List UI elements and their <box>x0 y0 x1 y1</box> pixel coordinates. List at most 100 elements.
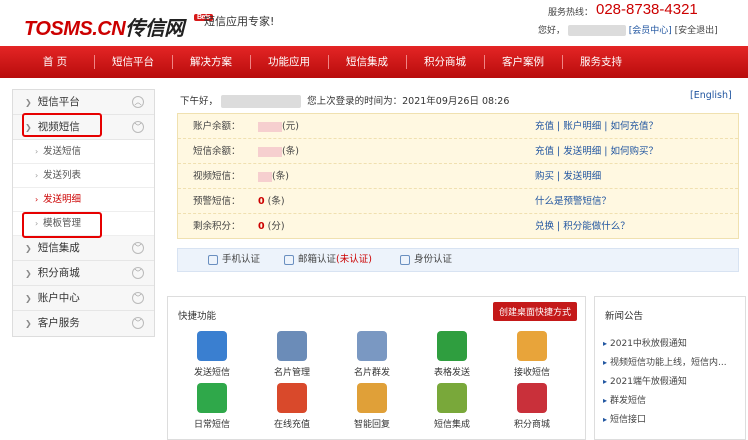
nav-sms-integration[interactable]: 短信集成 <box>328 46 406 78</box>
chevron-right-icon: ❯ <box>25 98 32 107</box>
highlight-box-video-sms <box>22 113 102 137</box>
value-redacted <box>258 121 282 132</box>
row-label: 短信余额： <box>193 146 241 157</box>
id-verify-label: 身份认证 <box>414 254 453 265</box>
quick-item[interactable]: 智能回复 <box>342 383 402 430</box>
inbox-envelope-icon <box>517 331 547 361</box>
row-unit: (条) <box>282 146 299 157</box>
row-label: 视频短信： <box>193 171 241 182</box>
quick-item-label: 发送短信 <box>193 368 230 378</box>
row-links[interactable]: 购买 | 发送明细 <box>535 164 601 189</box>
expand-icon[interactable]: ﹀ <box>132 267 144 279</box>
row-links[interactable]: 充值 | 账户明细 | 如何充值？ <box>535 114 658 139</box>
sidebar-sub-send-sms[interactable]: › 发送短信 <box>13 140 154 164</box>
news-item[interactable]: 2021中秋放假通知 <box>603 334 727 353</box>
warning-sms-row: 预警短信： 0 (条) 什么是预警短信？ <box>178 189 738 214</box>
row-label: 剩余积分： <box>193 221 241 232</box>
quick-item-label: 日常短信 <box>193 420 230 430</box>
quick-item-label: 积分商城 <box>513 420 550 430</box>
hotline-label: 服务热线： <box>548 8 594 18</box>
email-verify-status: (未认证) <box>336 254 372 265</box>
sidebar-item-points-mall[interactable]: ❯ 积分商城 ﹀ <box>13 261 154 286</box>
nav-sms-platform[interactable]: 短信平台 <box>94 46 172 78</box>
sidebar-item-label: 客户服务 <box>37 317 80 329</box>
quick-item[interactable]: 名片群发 <box>342 331 402 378</box>
create-desktop-shortcut-button[interactable]: 创建桌面快捷方式 <box>492 302 577 321</box>
email-verify[interactable]: 邮箱认证(未认证) <box>284 249 372 271</box>
quick-item[interactable]: 接收短信 <box>502 331 562 378</box>
quick-item[interactable]: 积分商城 <box>502 383 562 430</box>
header: TOSMS.CN传信网 Beta 短信应用专家! 服务热线： 028-8738-… <box>0 0 748 50</box>
quick-item[interactable]: 表格发送 <box>422 331 482 378</box>
id-verify[interactable]: 身份认证 <box>400 249 452 271</box>
row-value: 0 (条) <box>258 189 285 214</box>
sidebar-item-customer-service[interactable]: ❯ 客户服务 ﹀ <box>13 311 154 336</box>
nav-features[interactable]: 功能应用 <box>250 46 328 78</box>
chevron-right-icon: ❯ <box>25 319 32 328</box>
row-value: (条) <box>258 139 299 164</box>
quick-item[interactable]: 发送短信 <box>182 331 242 378</box>
quick-item-label: 接收短信 <box>513 368 550 378</box>
member-center-link[interactable]: [会员中心] <box>629 26 672 36</box>
news-item[interactable]: 2021端午放假通知 <box>603 372 727 391</box>
row-unit: (条) <box>272 171 289 182</box>
sidebar-sub-send-detail[interactable]: › 发送明细 <box>13 188 154 212</box>
nav-home[interactable]: 首 页 <box>16 46 94 78</box>
row-links[interactable]: 充值 | 发送明细 | 如何购买？ <box>535 139 658 164</box>
email-verify-label: 邮箱认证 <box>298 254 337 265</box>
id-card-icon <box>400 254 410 265</box>
expand-icon[interactable]: ﹀ <box>132 292 144 304</box>
collapse-icon[interactable]: ︿ <box>132 96 144 108</box>
quick-item[interactable]: 名片管理 <box>262 331 322 378</box>
quick-item[interactable]: 日常短信 <box>182 383 242 430</box>
phone-verify[interactable]: 手机认证 <box>208 249 260 271</box>
news-item[interactable]: 群发短信 <box>603 391 727 410</box>
quick-item[interactable]: 短信集成 <box>422 383 482 430</box>
chevron-right-icon: ❯ <box>25 269 32 278</box>
expand-icon[interactable]: ﹀ <box>132 121 144 133</box>
sidebar-item-sms-integration[interactable]: ❯ 短信集成 ﹀ <box>13 236 154 261</box>
nav-customer-cases[interactable]: 客户案例 <box>484 46 562 78</box>
logo-main: TOSMS.CN <box>24 18 126 40</box>
user-line: 您好， [会员中心] [安全退出] <box>538 23 718 36</box>
row-links[interactable]: 什么是预警短信？ <box>535 189 611 214</box>
sidebar-sub-send-list[interactable]: › 发送列表 <box>13 164 154 188</box>
quick-item[interactable]: 在线充值 <box>262 383 322 430</box>
value-redacted <box>258 146 282 157</box>
news-item[interactable]: 短信接口 <box>603 410 727 429</box>
nav-support[interactable]: 服务支持 <box>562 46 640 78</box>
expand-icon[interactable]: ﹀ <box>132 317 144 329</box>
highlight-box-template-manage <box>22 212 102 238</box>
slogan: 短信应用专家! <box>204 15 275 28</box>
value-text: 0 <box>258 196 265 207</box>
sidebar-item-account-center[interactable]: ❯ 账户中心 ﹀ <box>13 286 154 311</box>
news-item[interactable]: 视频短信功能上线，短信内... <box>603 353 727 372</box>
nav-solutions[interactable]: 解决方案 <box>172 46 250 78</box>
greeting-prefix: 您好， <box>538 26 566 36</box>
news-title: 新闻公告 <box>605 311 644 322</box>
row-value: (条) <box>258 164 289 189</box>
phone-verify-label: 手机认证 <box>222 254 261 265</box>
quick-item-label: 短信集成 <box>433 420 470 430</box>
phone-icon <box>197 331 227 361</box>
nav-points-mall[interactable]: 积分商城 <box>406 46 484 78</box>
english-toggle[interactable]: [English] <box>690 90 732 101</box>
logo-cn: 传信网 <box>125 18 184 40</box>
logo[interactable]: TOSMS.CN传信网 Beta <box>24 12 214 41</box>
news-list: 2021中秋放假通知 视频短信功能上线，短信内... 2021端午放假通知 群发… <box>603 334 727 429</box>
quick-item-label: 在线充值 <box>273 420 310 430</box>
sidebar-item-label: 短信平台 <box>37 96 80 108</box>
username-redacted <box>221 95 302 108</box>
account-balance-row: 账户余额： (元) 充值 | 账户明细 | 如何充值？ <box>178 114 738 139</box>
hotline-number: 028-8738-4321 <box>596 1 698 18</box>
logout-link[interactable]: [安全退出] <box>675 26 718 36</box>
sms-balance-row: 短信余额： (条) 充值 | 发送明细 | 如何购买？ <box>178 139 738 164</box>
value-text: 0 <box>258 221 265 232</box>
greeting-text: 下午好， <box>180 96 219 107</box>
sidebar-item-sms-platform[interactable]: ❯ 短信平台 ︿ <box>13 90 154 115</box>
gift-icon <box>517 383 547 413</box>
sidebar-sub-label: 发送明细 <box>43 194 82 205</box>
phone-icon <box>208 254 218 265</box>
row-links[interactable]: 兑换 | 积分能做什么？ <box>535 214 630 239</box>
expand-icon[interactable]: ﹀ <box>132 242 144 254</box>
